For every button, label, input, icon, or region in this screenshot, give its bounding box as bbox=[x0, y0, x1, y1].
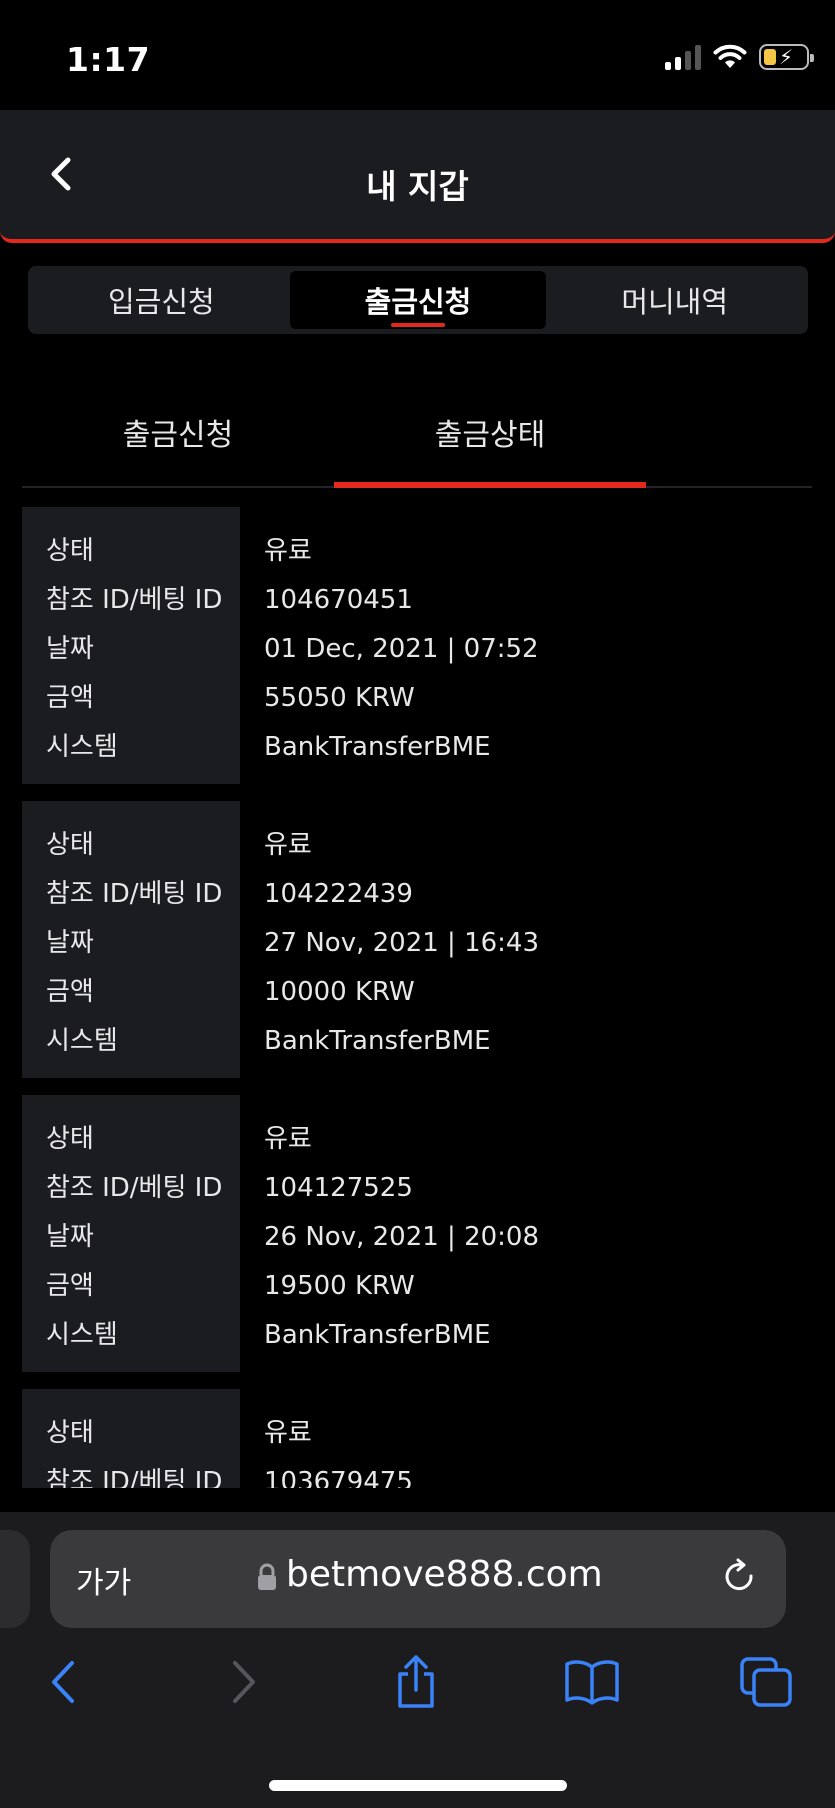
record-labels: 상태 참조 ID/베팅 ID 날짜 금액 시스템 bbox=[22, 1095, 240, 1372]
browser-bottom-bar: 가가 betmove888.com bbox=[0, 1512, 835, 1808]
value-amount: 19500 KRW bbox=[264, 1271, 415, 1301]
tab-money-history[interactable]: 머니내역 bbox=[546, 271, 803, 329]
withdraw-sub-tabs: 출금신청 출금상태 bbox=[22, 384, 812, 488]
record-card: 상태 참조 ID/베팅 ID 날짜 금액 시스템 유료 103679475 bbox=[22, 1389, 812, 1488]
previous-tab-preview[interactable] bbox=[0, 1530, 30, 1628]
label-status: 상태 bbox=[46, 1418, 94, 1448]
label-ref-id: 참조 ID/베팅 ID bbox=[46, 1173, 223, 1203]
subtab-withdraw-request[interactable]: 출금신청 bbox=[22, 384, 334, 486]
cellular-signal-icon bbox=[665, 44, 701, 70]
value-system: BankTransferBME bbox=[264, 1026, 491, 1056]
label-ref-id: 참조 ID/베팅 ID bbox=[46, 1467, 223, 1488]
battery-icon: ⚡ bbox=[759, 44, 814, 70]
value-date: 01 Dec, 2021 | 07:52 bbox=[264, 634, 539, 664]
record-labels: 상태 참조 ID/베팅 ID 날짜 금액 시스템 bbox=[22, 1389, 240, 1488]
label-status: 상태 bbox=[46, 1124, 94, 1154]
label-amount: 금액 bbox=[46, 977, 94, 1007]
record-values: 유료 103679475 bbox=[240, 1389, 812, 1488]
value-ref-id: 103679475 bbox=[264, 1467, 413, 1488]
app-header: 내 지갑 bbox=[0, 110, 835, 243]
record-values: 유료 104670451 01 Dec, 2021 | 07:52 55050 … bbox=[240, 507, 812, 784]
value-amount: 55050 KRW bbox=[264, 683, 415, 713]
label-amount: 금액 bbox=[46, 683, 94, 713]
record-values: 유료 104222439 27 Nov, 2021 | 16:43 10000 … bbox=[240, 801, 812, 1078]
browser-toolbar bbox=[0, 1652, 835, 1732]
record-values: 유료 104127525 26 Nov, 2021 | 20:08 19500 … bbox=[240, 1095, 812, 1372]
home-indicator bbox=[269, 1780, 567, 1791]
record-labels: 상태 참조 ID/베팅 ID 날짜 금액 시스템 bbox=[22, 801, 240, 1078]
label-system: 시스템 bbox=[46, 732, 118, 762]
label-system: 시스템 bbox=[46, 1320, 118, 1350]
bookmarks-button[interactable] bbox=[562, 1652, 622, 1712]
value-status: 유료 bbox=[264, 830, 312, 860]
tabs-button[interactable] bbox=[736, 1652, 796, 1712]
status-icons: ⚡ bbox=[665, 44, 814, 70]
chevron-right-icon bbox=[233, 1661, 255, 1703]
status-bar: 1:17 ⚡ bbox=[0, 0, 835, 110]
url-text[interactable]: betmove888.com bbox=[286, 1554, 603, 1595]
tab-withdraw-request[interactable]: 출금신청 bbox=[289, 271, 547, 329]
subtab-withdraw-status[interactable]: 출금상태 bbox=[334, 384, 646, 488]
browser-forward-button[interactable] bbox=[213, 1652, 273, 1712]
label-date: 날짜 bbox=[46, 928, 94, 958]
record-card: 상태 참조 ID/베팅 ID 날짜 금액 시스템 유료 104127525 26… bbox=[22, 1095, 812, 1372]
label-date: 날짜 bbox=[46, 634, 94, 664]
status-time: 1:17 bbox=[66, 40, 151, 79]
label-ref-id: 참조 ID/베팅 ID bbox=[46, 585, 223, 615]
value-ref-id: 104127525 bbox=[264, 1173, 413, 1203]
browser-back-button[interactable] bbox=[34, 1652, 94, 1712]
label-amount: 금액 bbox=[46, 1271, 94, 1301]
value-date: 27 Nov, 2021 | 16:43 bbox=[264, 928, 540, 958]
label-status: 상태 bbox=[46, 830, 94, 860]
record-card: 상태 참조 ID/베팅 ID 날짜 금액 시스템 유료 104222439 27… bbox=[22, 801, 812, 1078]
withdraw-records-list[interactable]: 상태 참조 ID/베팅 ID 날짜 금액 시스템 유료 104670451 01… bbox=[22, 507, 812, 1488]
value-amount: 10000 KRW bbox=[264, 977, 415, 1007]
book-icon bbox=[565, 1660, 619, 1705]
value-status: 유료 bbox=[264, 1124, 312, 1154]
record-card: 상태 참조 ID/베팅 ID 날짜 금액 시스템 유료 104670451 01… bbox=[22, 507, 812, 784]
record-labels: 상태 참조 ID/베팅 ID 날짜 금액 시스템 bbox=[22, 507, 240, 784]
value-status: 유료 bbox=[264, 536, 312, 566]
value-status: 유료 bbox=[264, 1418, 312, 1448]
label-system: 시스템 bbox=[46, 1026, 118, 1056]
tabs-icon bbox=[740, 1657, 792, 1707]
value-system: BankTransferBME bbox=[264, 732, 491, 762]
share-icon bbox=[398, 1655, 434, 1708]
value-ref-id: 104222439 bbox=[264, 879, 413, 909]
text-size-button[interactable]: 가가 bbox=[76, 1558, 131, 1602]
page-title: 내 지갑 bbox=[366, 167, 469, 206]
label-date: 날짜 bbox=[46, 1222, 94, 1252]
value-date: 26 Nov, 2021 | 20:08 bbox=[264, 1222, 540, 1252]
value-ref-id: 104670451 bbox=[264, 585, 413, 615]
tab-deposit-request[interactable]: 입금신청 bbox=[33, 271, 290, 329]
lock-icon bbox=[258, 1563, 276, 1590]
label-status: 상태 bbox=[46, 536, 94, 566]
label-ref-id: 참조 ID/베팅 ID bbox=[46, 879, 223, 909]
share-button[interactable] bbox=[386, 1652, 446, 1712]
wallet-segment-tabs: 입금신청 출금신청 머니내역 bbox=[28, 266, 808, 334]
wifi-icon bbox=[713, 44, 747, 68]
value-system: BankTransferBME bbox=[264, 1320, 491, 1350]
address-bar[interactable]: 가가 betmove888.com bbox=[50, 1530, 786, 1628]
chevron-left-icon bbox=[52, 1661, 74, 1703]
reload-icon[interactable] bbox=[720, 1556, 760, 1600]
